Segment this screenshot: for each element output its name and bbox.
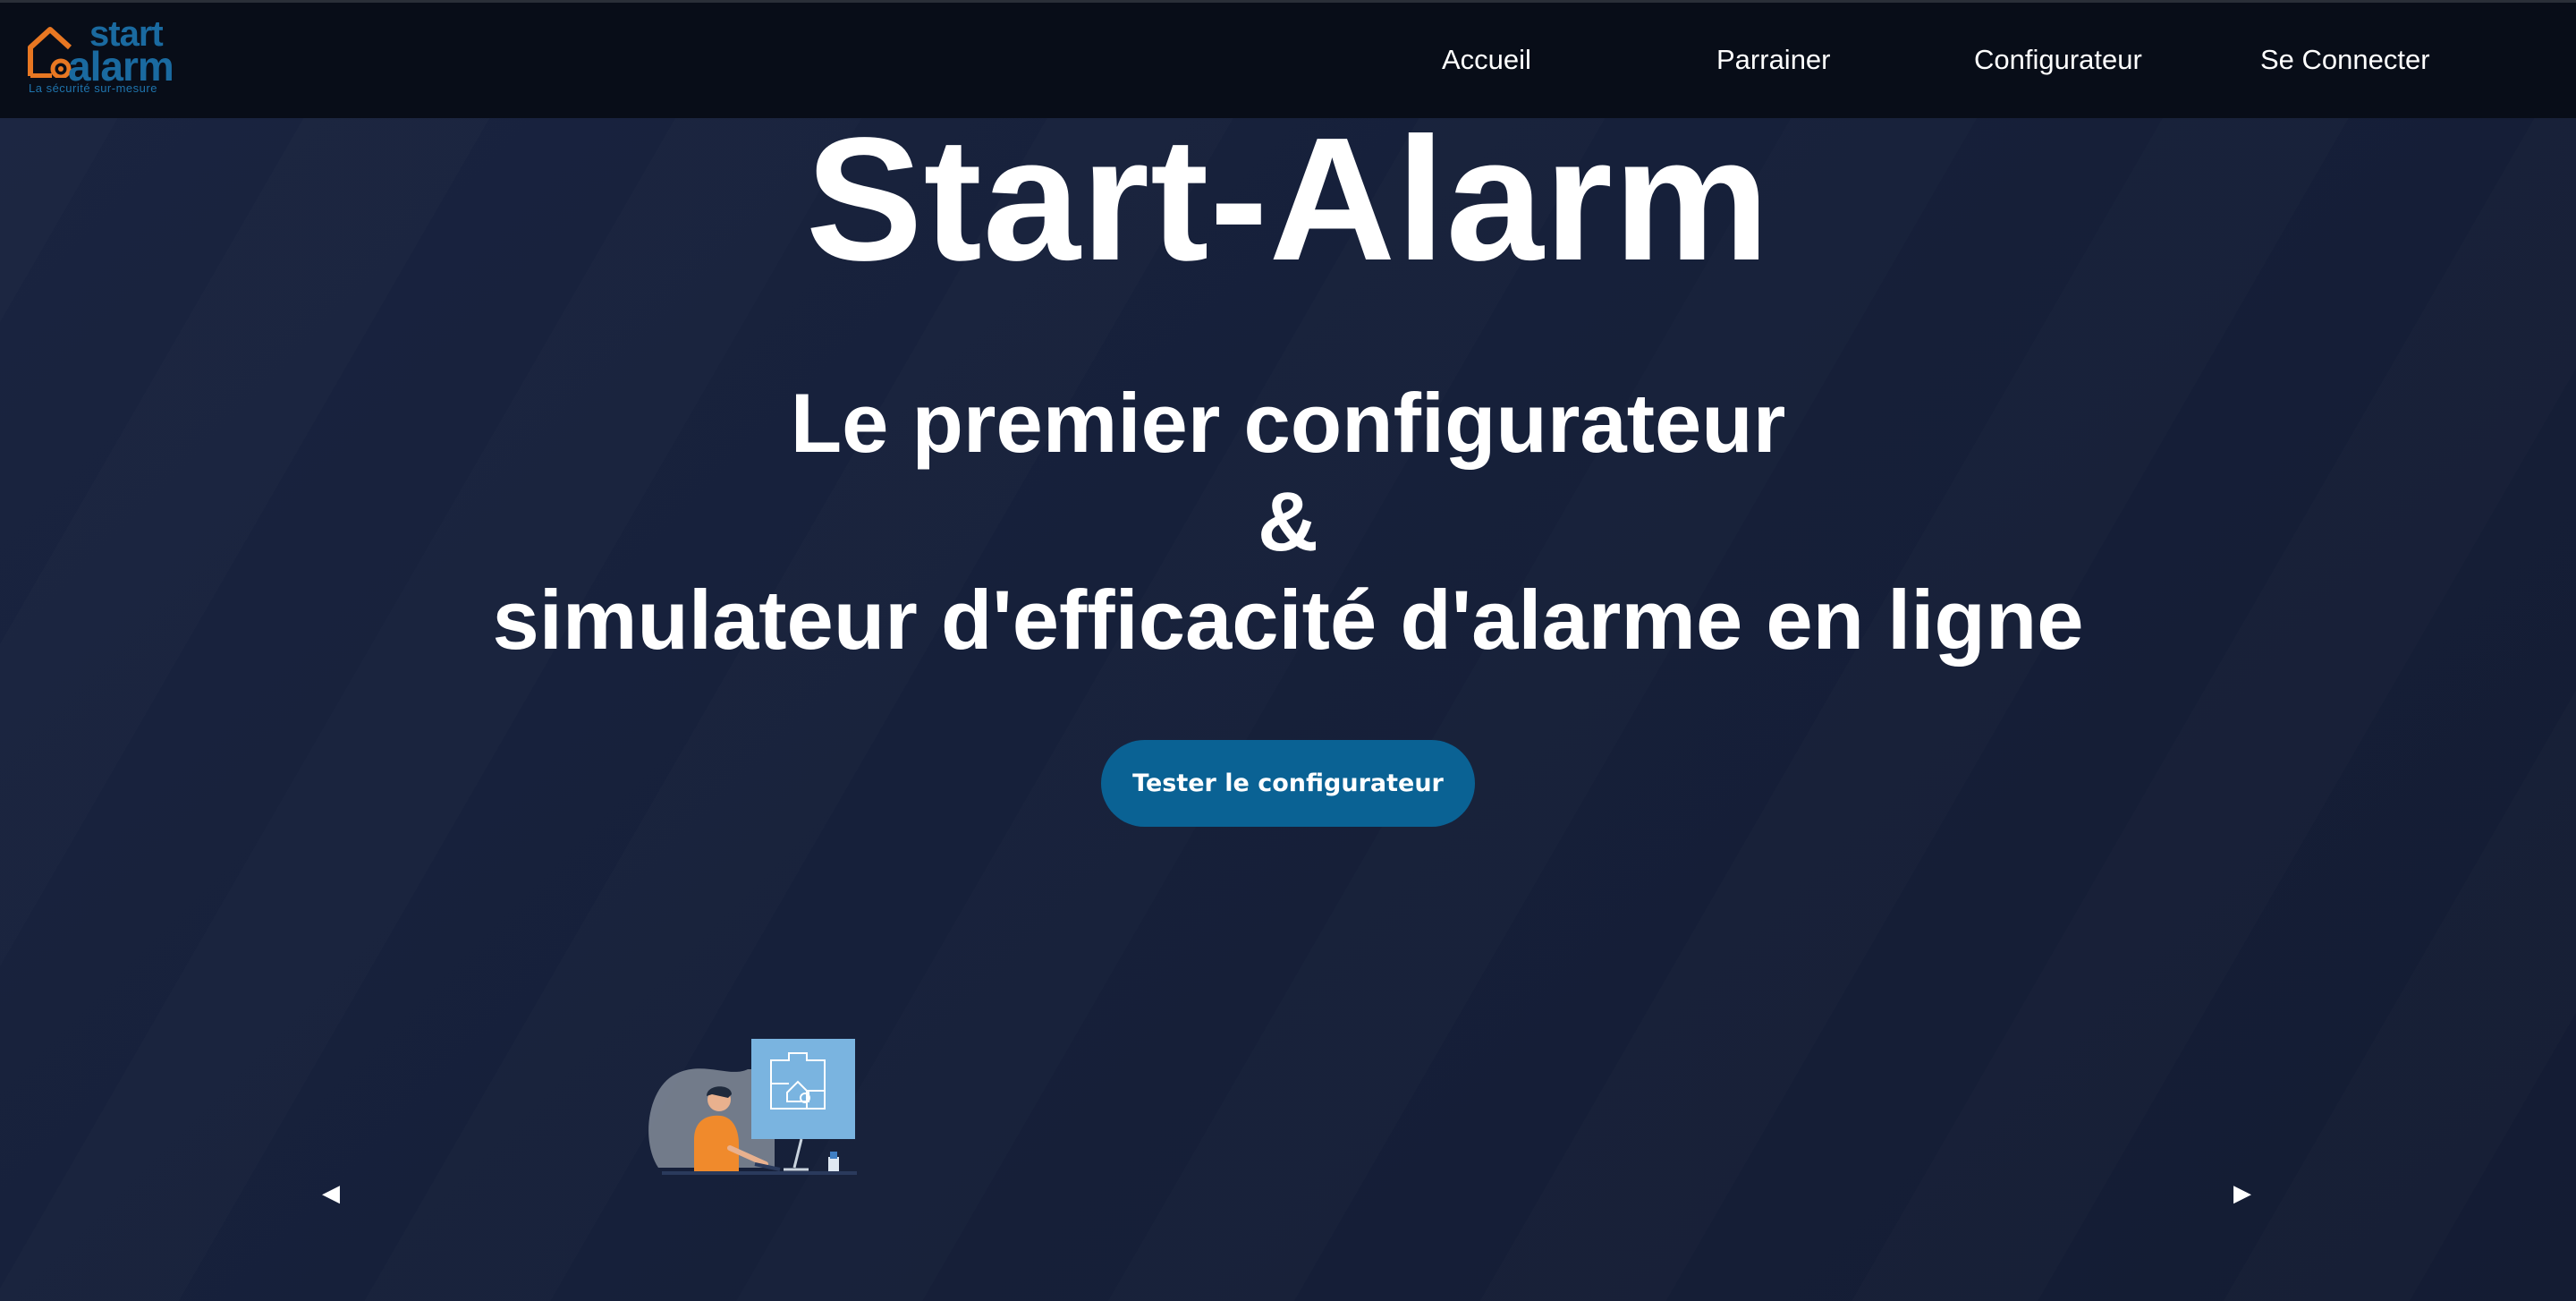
carousel-next-arrow[interactable]: ▶ — [2233, 1181, 2251, 1204]
hero-title: Start-Alarm — [805, 101, 1771, 297]
nav-parrainer[interactable]: Parrainer — [1716, 44, 1831, 76]
hero-subtitle: Le premier configurateur & simulateur d'… — [0, 374, 2576, 669]
nav-accueil[interactable]: Accueil — [1442, 44, 1531, 76]
hero-subtitle-line-2: & — [1258, 474, 1318, 568]
carousel-prev-arrow[interactable]: ◀ — [322, 1181, 340, 1204]
hero-subtitle-line-1: Le premier configurateur — [790, 376, 1786, 470]
main-nav: Accueil Parrainer Configurateur Se Conne… — [0, 3, 2576, 121]
hero-subtitle-line-3: simulateur d'efficacité d'alarme en lign… — [492, 573, 2084, 667]
person-at-computer-illustration — [648, 1039, 857, 1175]
triangle-right-icon: ▶ — [2233, 1179, 2251, 1206]
nav-se-connecter[interactable]: Se Connecter — [2260, 44, 2430, 76]
test-configurator-button[interactable]: Tester le configurateur — [1101, 740, 1475, 827]
nav-configurateur[interactable]: Configurateur — [1974, 44, 2142, 76]
page: start alarm La sécurité sur-mesure Accue… — [0, 0, 2576, 1301]
triangle-left-icon: ◀ — [322, 1179, 340, 1206]
top-navbar: start alarm La sécurité sur-mesure Accue… — [0, 0, 2576, 118]
slide-illustration — [640, 1033, 864, 1186]
